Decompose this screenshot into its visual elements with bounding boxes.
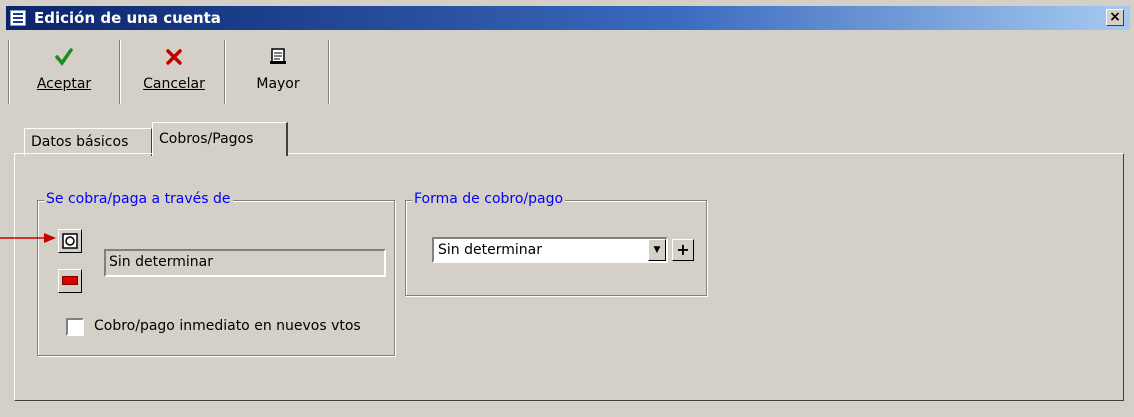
immediate-payment-label: Cobro/pago inmediato en nuevos vtos <box>94 318 361 334</box>
tab-panel: Se cobra/paga a través de Sin determinar… <box>14 153 1124 401</box>
toolbar-separator <box>224 40 226 104</box>
plus-icon: + <box>676 240 690 259</box>
toolbar-separator <box>8 40 10 104</box>
select-payment-via-button[interactable] <box>58 229 82 253</box>
tab-label: Datos básicos <box>31 134 129 150</box>
immediate-payment-checkbox[interactable] <box>66 318 84 336</box>
payment-method-value: Sin determinar <box>438 242 542 258</box>
cancel-label: Cancelar <box>143 76 205 92</box>
toolbar: Aceptar Cancelar Mayor <box>6 40 336 108</box>
x-icon <box>124 46 224 72</box>
chevron-down-icon[interactable]: ▼ <box>648 239 666 261</box>
clear-icon <box>62 276 78 285</box>
accept-label: Aceptar <box>36 76 92 92</box>
group-title: Se cobra/paga a través de <box>44 191 233 207</box>
app-icon <box>10 10 26 26</box>
payment-method-select[interactable]: Sin determinar ▼ <box>432 237 668 263</box>
tab-cobros-pagos[interactable]: Cobros/Pagos <box>152 122 288 156</box>
annotation-arrow-icon <box>0 233 56 243</box>
payment-via-group: Se cobra/paga a través de Sin determinar… <box>37 191 395 356</box>
ledger-icon <box>228 46 328 72</box>
accept-button[interactable]: Aceptar <box>14 40 114 104</box>
search-icon <box>61 232 79 254</box>
close-button[interactable]: × <box>1106 9 1124 26</box>
mayor-label: Mayor <box>256 76 300 92</box>
window-title: Edición de una cuenta <box>34 9 221 27</box>
checkmark-icon <box>14 46 114 72</box>
toolbar-separator <box>328 40 330 104</box>
mayor-button[interactable]: Mayor <box>228 40 328 104</box>
tab-datos-basicos[interactable]: Datos básicos <box>24 128 152 156</box>
account-edit-window: Edición de una cuenta × Aceptar Cancelar <box>0 0 1134 417</box>
title-bar[interactable]: Edición de una cuenta × <box>6 6 1130 30</box>
payment-via-field[interactable]: Sin determinar <box>104 249 386 277</box>
add-payment-method-button[interactable]: + <box>672 239 694 261</box>
payment-method-group: Forma de cobro/pago Sin determinar ▼ + <box>405 191 707 296</box>
tab-label: Cobros/Pagos <box>159 131 254 147</box>
clear-payment-via-button[interactable] <box>58 269 82 293</box>
payment-via-value: Sin determinar <box>109 254 213 270</box>
toolbar-separator <box>119 40 121 104</box>
cancel-button[interactable]: Cancelar <box>124 40 224 104</box>
group-title: Forma de cobro/pago <box>412 191 566 207</box>
